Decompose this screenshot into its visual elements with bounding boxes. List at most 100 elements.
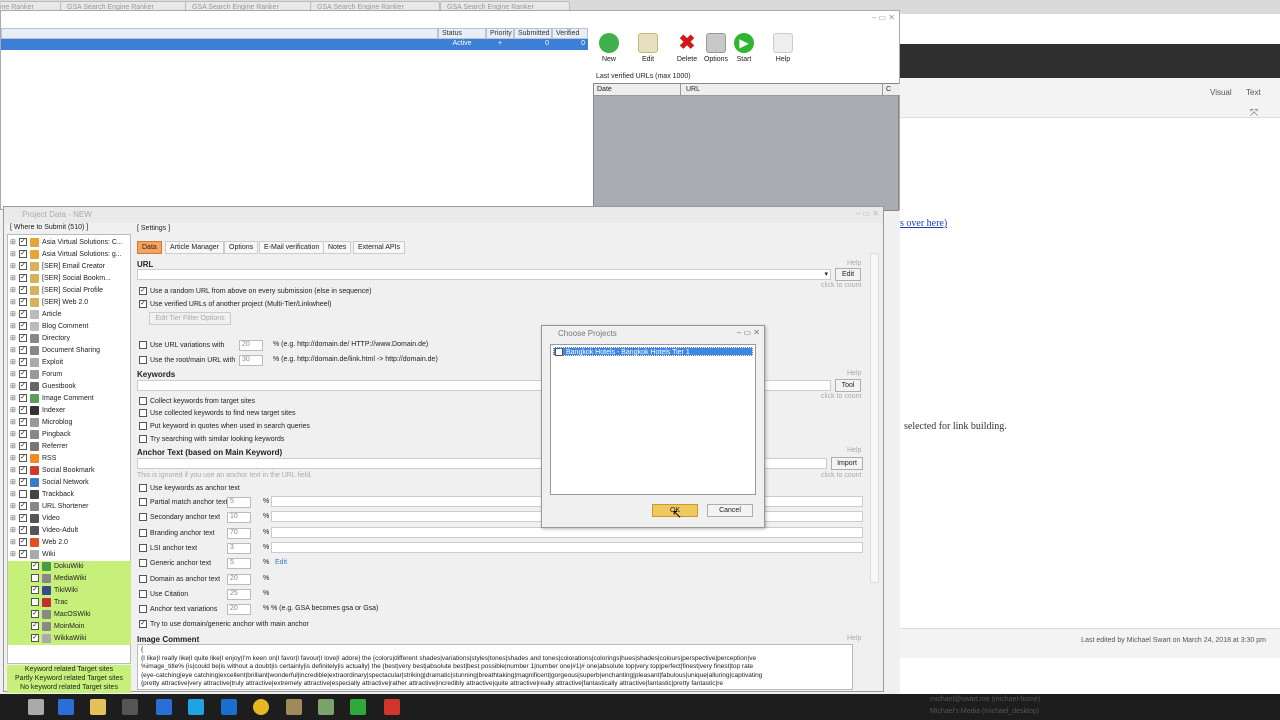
checkbox[interactable]: ✓ (19, 466, 27, 475)
expand-icon[interactable]: ⊞ (10, 309, 19, 321)
anchor-option[interactable]: Partial match anchor text (139, 498, 227, 506)
checkbox[interactable]: ✓ (19, 370, 27, 379)
checkbox[interactable] (139, 356, 147, 364)
edit-tier-filter-button[interactable]: Edit Tier Filter Options (149, 312, 231, 325)
cell-status[interactable]: Active (438, 39, 486, 50)
generic-edit-link[interactable]: Edit (275, 559, 287, 566)
col-priority[interactable]: Priority (486, 28, 514, 39)
expand-icon[interactable]: ⊞ (10, 489, 19, 501)
col-submitted[interactable]: Submitted (514, 28, 552, 39)
camtasia-icon[interactable] (350, 699, 366, 715)
checkbox[interactable]: ✓ (19, 298, 27, 307)
checkbox[interactable]: ✓ (19, 442, 27, 451)
help-button[interactable]: Help (766, 33, 800, 63)
expand-icon[interactable]: ⊞ (10, 237, 19, 249)
checkbox[interactable]: ✓ (31, 562, 39, 571)
verified-urls-panel[interactable]: Date URL C (593, 83, 900, 211)
checkbox[interactable]: ✓ (19, 358, 27, 367)
checkbox[interactable]: ✓ (19, 406, 27, 415)
app-icon[interactable] (156, 699, 172, 715)
tree-item[interactable]: ⊞ ✓ Blog Comment (8, 321, 131, 333)
checkbox[interactable]: ✓ (19, 502, 27, 511)
checkbox[interactable]: ✓ (19, 430, 27, 439)
tree-item[interactable]: ⊞ ✓ Indexer (8, 405, 131, 417)
tree-item[interactable]: ✓ MoinMoin (8, 621, 131, 633)
anchor-option[interactable]: Domain as anchor text (139, 574, 220, 583)
checkbox[interactable] (139, 435, 147, 443)
expand-icon[interactable]: ⊞ (10, 477, 19, 489)
tree-item[interactable]: ⊞ ✓ Directory (8, 333, 131, 345)
tree-item[interactable]: ⊞ ✓ Document Sharing (8, 345, 131, 357)
checkbox[interactable]: ✓ (19, 346, 27, 355)
tree-item[interactable]: ⊞ ✓ Forum (8, 369, 131, 381)
anchor-percent-input[interactable]: 25 (227, 588, 251, 600)
app-icon[interactable] (122, 699, 138, 715)
window-controls[interactable]: ‒ ▭ ✕ (856, 209, 879, 218)
expand-icon[interactable]: ⊞ (10, 525, 19, 537)
tree-item[interactable]: ⊞ ✓ Asia Virtual Solutions: C... (8, 237, 131, 249)
window-controls[interactable]: ‒ ▭ ✕ (872, 13, 895, 22)
checkbox[interactable] (139, 409, 147, 417)
kw-opt-quotes[interactable]: Put keyword in quotes when used in searc… (139, 422, 310, 430)
checkbox[interactable]: ✓ (19, 322, 27, 331)
checkbox[interactable] (139, 605, 147, 614)
anchor-percent-input[interactable]: 70 (227, 527, 251, 539)
anchor-percent-input[interactable]: 20 (227, 573, 251, 585)
tree-item[interactable]: ⊞ ✓ [SER] Social Bookm... (8, 273, 131, 285)
expand-icon[interactable]: ⊞ (10, 501, 19, 513)
try-domain-anchor[interactable]: ✓ Try to use domain/generic anchor with m… (139, 620, 309, 628)
expand-icon[interactable]: ⊞ (10, 297, 19, 309)
tree-item[interactable]: ⊞ ✓ Web 2.0 (8, 537, 131, 549)
anchor-text-input[interactable] (271, 541, 863, 553)
tree-item[interactable]: MediaWiki (8, 573, 131, 585)
expand-icon[interactable]: ⊞ (10, 453, 19, 465)
expand-icon[interactable]: ⊞ (10, 405, 19, 417)
col-url[interactable]: URL (686, 86, 700, 93)
tree-item[interactable]: ⊞ ✓ Social Bookmark (8, 465, 131, 477)
url-edit-button[interactable]: Edit (835, 268, 861, 281)
checkbox[interactable] (139, 397, 147, 405)
expand-icon[interactable]: ⊞ (10, 273, 19, 285)
checkbox[interactable]: ✓ (31, 586, 39, 595)
edit-button[interactable]: Edit (631, 33, 665, 63)
cancel-button[interactable]: Cancel (707, 504, 753, 517)
expand-icon[interactable]: ⊞ (10, 261, 19, 273)
expand-icon[interactable]: ⊞ (10, 357, 19, 369)
expand-icon[interactable]: ⊞ (10, 465, 19, 477)
checkbox[interactable]: ✓ (555, 348, 563, 357)
tree-item[interactable]: ✓ TikiWiki (8, 585, 131, 597)
checkbox[interactable]: ✓ (19, 454, 27, 463)
anchor-option[interactable]: Generic anchor text (139, 559, 211, 568)
opt-url-variations[interactable]: Use URL variations with (139, 341, 224, 349)
tree-item[interactable]: ⊞ ✓ [SER] Social Profile (8, 285, 131, 297)
checkbox[interactable] (139, 341, 147, 349)
taskbar-item[interactable]: Michael's Media (michael_desktop) (930, 708, 1039, 715)
checkbox[interactable]: ✓ (31, 610, 39, 619)
import-button[interactable]: Import (831, 457, 863, 470)
cell-submitted[interactable]: 0 (514, 39, 552, 50)
anchor-percent-input[interactable]: 10 (227, 512, 251, 524)
expand-icon[interactable]: ⊞ (10, 345, 19, 357)
expand-icon[interactable]: ⊞ (10, 333, 19, 345)
tree-item[interactable]: ⊞ ✓ URL Shortener (8, 501, 131, 513)
tree-item[interactable]: ⊞ Trackback (8, 489, 131, 501)
checkbox[interactable]: ✓ (19, 286, 27, 295)
col-c[interactable]: C (886, 86, 891, 93)
start-button[interactable]: ▶ Start (727, 33, 761, 63)
skype-icon[interactable] (188, 699, 204, 715)
checkbox[interactable] (31, 598, 39, 607)
checkbox[interactable]: ✓ (139, 287, 147, 295)
opt-verified-urls[interactable]: ✓ Use verified URLs of another project (M… (139, 300, 331, 308)
checkbox[interactable]: ✓ (19, 394, 27, 403)
opt-root-url[interactable]: Use the root/main URL with (139, 356, 235, 364)
expand-icon[interactable]: ⊞ (10, 285, 19, 297)
col-verified[interactable]: Verified (552, 28, 588, 39)
checkbox[interactable]: ✓ (19, 274, 27, 283)
expand-icon[interactable]: ⊞ (10, 249, 19, 261)
checkbox[interactable] (139, 484, 147, 492)
anchor-option[interactable]: LSI anchor text (139, 543, 197, 552)
app-icon[interactable] (286, 699, 302, 715)
checkbox[interactable] (139, 513, 147, 522)
tab-external-apis[interactable]: External APIs (353, 241, 406, 254)
tree-item[interactable]: ⊞ ✓ Pingback (8, 429, 131, 441)
